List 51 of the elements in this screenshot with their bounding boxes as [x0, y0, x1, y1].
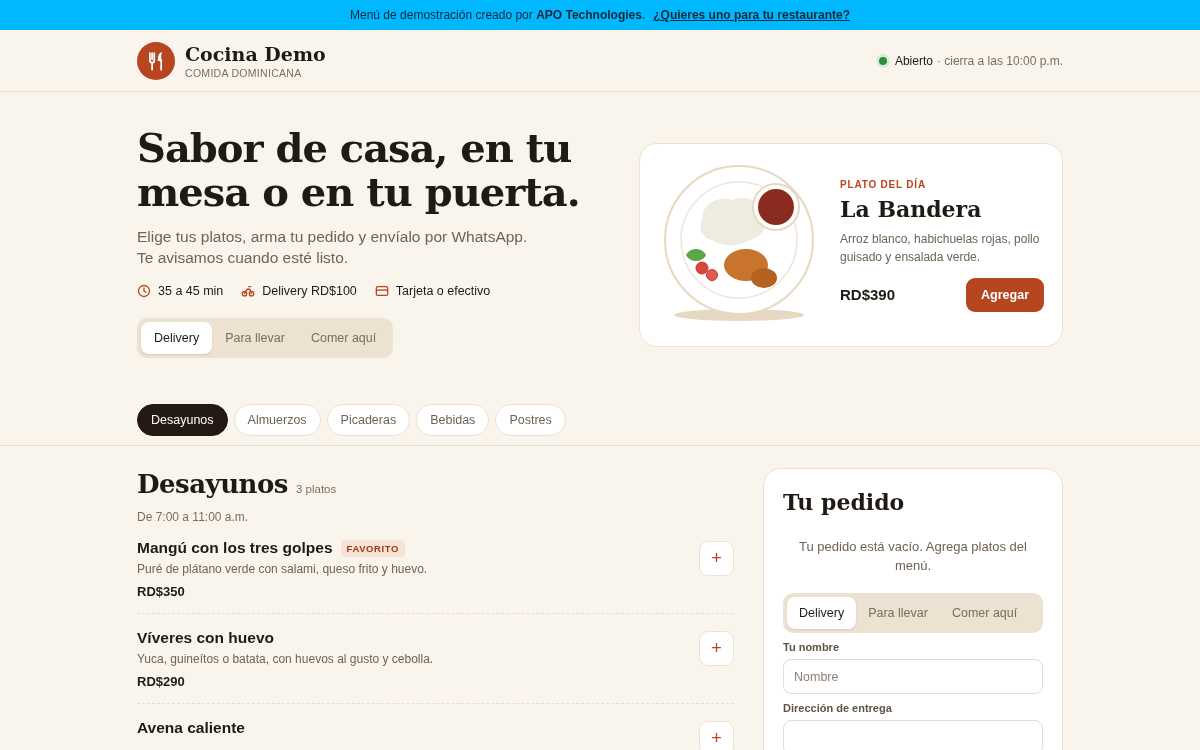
order-mode-tab[interactable]: Para llevar [212, 322, 298, 354]
category-tab[interactable]: Picaderas [326, 404, 411, 436]
restaurant-name: Cocina Demo [185, 42, 326, 65]
order-mode-tab[interactable]: Comer aquí [297, 322, 390, 354]
dish-description: Arroz blanco, habichuelas rojas, pollo guisado y ensalada verde. [840, 230, 1041, 266]
category-tab[interactable]: Almuerzos [233, 404, 321, 436]
dish-description: Yuca, guineítos o batata, con huevos al gusto y cebolla. [137, 652, 434, 666]
dish-name: La Bandera [840, 195, 983, 222]
category-tab[interactable]: Postres [495, 404, 566, 436]
dish-count: 3 platos [295, 483, 337, 495]
info-text: Delivery RD$100 [262, 284, 357, 298]
closing-time: · cierra a las 10:00 p.m. [936, 53, 1063, 68]
info-text: Tarjeta o efectivo [395, 284, 491, 298]
dish-kicker: PLATO DEL DÍA [840, 178, 927, 190]
add-dish-button[interactable]: + [699, 541, 734, 576]
dish-price: RD$290 [137, 674, 186, 689]
dish-price: RD$350 [137, 584, 186, 599]
dish-name: Mangú con los tres golpes [137, 539, 333, 557]
dish-name: Víveres con huevo [137, 629, 274, 647]
order-mode-tab[interactable]: Delivery [141, 322, 213, 354]
hero-title: Sabor de casa, en tu mesa o en tu puerta. [137, 126, 581, 214]
order-mode-tab[interactable]: Para llevar [856, 597, 940, 629]
order-mode-tab[interactable]: Delivery [787, 597, 857, 629]
dish-price: RD$390 [840, 286, 896, 303]
category-tab[interactable]: Bebidas [416, 404, 490, 436]
order-title: Tu pedido [783, 489, 906, 515]
category-tab[interactable]: Desayunos [137, 404, 228, 436]
section-title: Desayunos [137, 468, 288, 500]
status-label: Abierto [894, 53, 933, 68]
hero-intro: Elige tus platos, arma tu pedido y envíalo por WhatsApp. Te avisamos cuando esté listo. [137, 227, 529, 268]
empty-order-message: Tu pedido está vacío. Agrega platos del menú. [798, 538, 1028, 575]
restaurant-logo-icon [137, 41, 175, 80]
favorite-tag: FAVORITO [340, 539, 405, 557]
input-field[interactable] [783, 720, 1043, 750]
add-dish-button[interactable]: + [699, 631, 734, 666]
card-icon [374, 284, 389, 298]
banner-text: Menú de demostración creado por APO Technologies. [350, 8, 646, 22]
order-mode-tab[interactable]: Comer aquí [939, 597, 1030, 629]
scooter-icon [241, 284, 256, 298]
add-dish-button[interactable]: + [699, 721, 734, 750]
input-field[interactable]: Nombre [783, 659, 1043, 694]
restaurant-cuisine: COMIDA DOMINICANA [185, 66, 303, 79]
dish-description: Puré de plátano verde con salami, queso frito y huevo. [137, 562, 428, 576]
field-label: Tu nombre [783, 641, 840, 653]
banner-link[interactable]: ¿Quieres uno para tu restaurante? [653, 8, 850, 22]
field-label: Dirección de entrega [783, 702, 893, 714]
clock-icon [137, 284, 151, 298]
section-hours: De 7:00 a 11:00 a.m. [137, 510, 250, 524]
dish-name: Avena caliente [137, 719, 245, 737]
add-button[interactable]: Agregar [966, 277, 1044, 312]
info-text: 35 a 45 min [158, 284, 224, 298]
